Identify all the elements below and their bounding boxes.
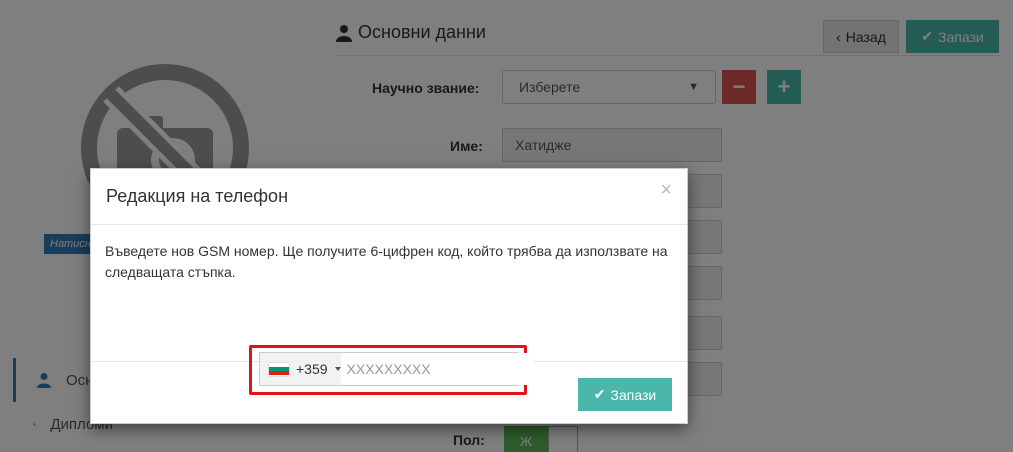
edit-phone-modal: Редакция на телефон × Въведете нов GSM н… bbox=[90, 168, 688, 424]
modal-footer: ✔ Запази bbox=[91, 362, 687, 425]
modal-body: Въведете нов GSM номер. Ще получите 6-ци… bbox=[91, 225, 687, 395]
modal-header: Редакция на телефон × bbox=[91, 169, 687, 225]
modal-save-button-label: Запази bbox=[610, 386, 657, 403]
modal-instructions: Въведете нов GSM номер. Ще получите 6-ци… bbox=[105, 243, 668, 280]
close-icon[interactable]: × bbox=[660, 180, 672, 200]
check-icon: ✔ bbox=[593, 386, 606, 402]
modal-save-button[interactable]: ✔ Запази bbox=[578, 378, 672, 411]
modal-title: Редакция на телефон bbox=[106, 186, 289, 206]
